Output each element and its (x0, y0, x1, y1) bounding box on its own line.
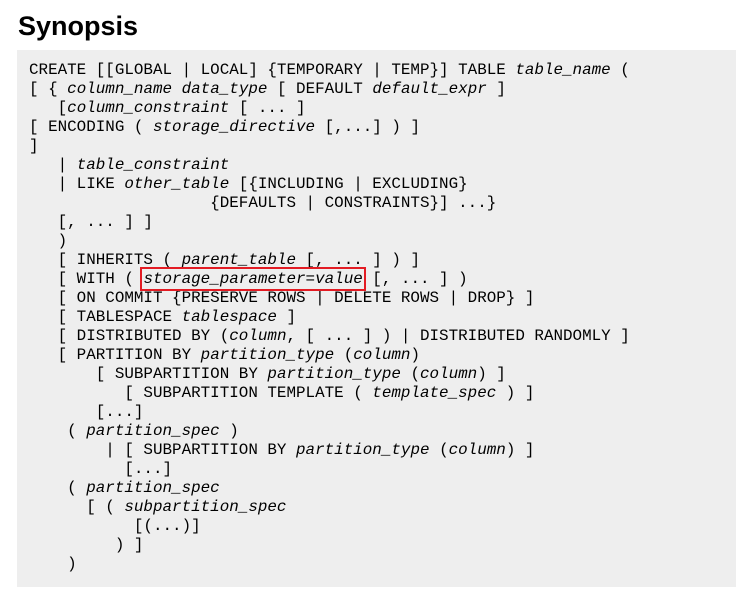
code-line: ) (29, 232, 630, 251)
syntax-keyword-text: [, ... ] ) ] (296, 251, 420, 269)
syntax-keyword-text: ( (29, 422, 87, 440)
syntax-keyword-text: | [ SUBPARTITION BY (29, 441, 297, 459)
synopsis-code-block: CREATE [[GLOBAL | LOCAL] {TEMPORARY | TE… (17, 50, 736, 587)
code-line: | table_constraint (29, 156, 630, 175)
syntax-placeholder: table_name (515, 61, 611, 79)
code-line: [ { column_name data_type [ DEFAULT defa… (29, 80, 630, 99)
syntax-keyword-text: [ DEFAULT (267, 80, 373, 98)
code-line: [...] (29, 460, 630, 479)
syntax-keyword-text: ) ] (477, 365, 506, 383)
syntax-keyword-text: ) (29, 232, 68, 250)
synopsis-heading: Synopsis (18, 11, 139, 41)
syntax-placeholder: column (229, 327, 287, 345)
syntax-keyword-text: ( (429, 441, 449, 459)
syntax-placeholder: storage_directive (152, 118, 316, 136)
syntax-keyword-text: ) ] (29, 536, 144, 554)
code-line: | LIKE other_table [{INCLUDING | EXCLUDI… (29, 175, 630, 194)
syntax-keyword-text: [ ( (29, 498, 125, 516)
code-line: [column_constraint [ ... ] (29, 99, 630, 118)
syntax-placeholder: table_constraint (76, 156, 230, 174)
syntax-placeholder: partition_type (200, 346, 335, 364)
syntax-keyword-text (172, 80, 182, 98)
sql-statement: CREATE [[GLOBAL | LOCAL] {TEMPORARY | TE… (29, 61, 630, 574)
syntax-keyword-text: [ (29, 99, 68, 117)
syntax-keyword-text: [, ... ] ] (29, 213, 153, 231)
syntax-keyword-text: [{INCLUDING | EXCLUDING} (229, 175, 468, 193)
syntax-keyword-text: [,...] ) ] (315, 118, 420, 136)
syntax-placeholder: column (420, 365, 478, 383)
syntax-keyword-text: [ ON COMMIT {PRESERVE ROWS | DELETE ROWS… (29, 289, 535, 307)
syntax-keyword-text: [ ENCODING ( (29, 118, 153, 136)
syntax-keyword-text: ) ] (505, 441, 535, 459)
syntax-keyword-text: [ { (29, 80, 68, 98)
code-line: [ ( subpartition_spec (29, 498, 630, 517)
code-line: [ ON COMMIT {PRESERVE ROWS | DELETE ROWS… (29, 289, 630, 308)
syntax-keyword-text: [ PARTITION BY (29, 346, 201, 364)
syntax-keyword-text: [ INHERITS ( (29, 251, 182, 269)
syntax-placeholder: template_spec (372, 384, 497, 402)
syntax-keyword-text: [ SUBPARTITION BY (29, 365, 268, 383)
code-line: ) (29, 555, 630, 574)
syntax-keyword-text: ] (486, 80, 506, 98)
syntax-keyword-text: {DEFAULTS | CONSTRAINTS}] ...} (29, 194, 497, 212)
code-line: [...] (29, 403, 630, 422)
code-line: [(...)] (29, 517, 630, 536)
syntax-keyword-text: , [ ... ] ) | DISTRIBUTED RANDOMLY ] (286, 327, 630, 345)
code-line: | [ SUBPARTITION BY partition_type (colu… (29, 441, 630, 460)
syntax-keyword-text: ] (29, 137, 39, 155)
code-line: [ WITH ( storage_parameter=value [, ... … (29, 267, 630, 291)
syntax-keyword-text: ( (610, 61, 630, 79)
syntax-keyword-text: ) (219, 422, 239, 440)
syntax-keyword-text: [, ... ] ) (362, 270, 468, 288)
syntax-keyword-text: ) (29, 555, 77, 573)
syntax-keyword-text: [ SUBPARTITION TEMPLATE ( (29, 384, 373, 402)
code-line: ( partition_spec ) (29, 422, 630, 441)
syntax-placeholder: data_type (181, 80, 268, 98)
syntax-keyword-text: ) ] (496, 384, 535, 402)
code-line: CREATE [[GLOBAL | LOCAL] {TEMPORARY | TE… (29, 61, 630, 80)
syntax-keyword-text: | (29, 156, 77, 174)
syntax-keyword-text: | LIKE (29, 175, 125, 193)
code-line: [, ... ] ] (29, 213, 630, 232)
code-line: [ DISTRIBUTED BY (column, [ ... ] ) | DI… (29, 327, 630, 346)
syntax-keyword-text: [ WITH ( (29, 270, 144, 288)
code-line: ( partition_spec (29, 479, 630, 498)
syntax-placeholder: subpartition_spec (124, 498, 287, 516)
syntax-keyword-text: ) (410, 346, 421, 364)
syntax-placeholder: column (448, 441, 506, 459)
syntax-keyword-text: [...] (29, 460, 173, 478)
syntax-placeholder: partition_type (267, 365, 401, 383)
code-line: [ INHERITS ( parent_table [, ... ] ) ] (29, 251, 630, 270)
syntax-keyword-text: [ ... ] (229, 99, 306, 117)
syntax-keyword-text: ( (334, 346, 354, 364)
syntax-placeholder: parent_table (181, 251, 297, 269)
syntax-keyword-text: [ TABLESPACE (29, 308, 182, 326)
syntax-keyword-text: ] (276, 308, 297, 326)
syntax-placeholder: partition_spec (86, 422, 220, 440)
syntax-placeholder: column (353, 346, 411, 364)
code-line: [ SUBPARTITION BY partition_type (column… (29, 365, 630, 384)
code-line: [ PARTITION BY partition_type (column) (29, 346, 630, 365)
syntax-placeholder: default_expr (372, 80, 487, 98)
syntax-keyword-text: [ DISTRIBUTED BY ( (29, 327, 230, 345)
syntax-keyword-text: ( (400, 365, 420, 383)
code-line: {DEFAULTS | CONSTRAINTS}] ...} (29, 194, 630, 213)
syntax-placeholder: tablespace (181, 308, 277, 326)
syntax-keyword-text: [...] (29, 403, 144, 421)
code-line: [ TABLESPACE tablespace ] (29, 308, 630, 327)
code-line: [ SUBPARTITION TEMPLATE ( template_spec … (29, 384, 630, 403)
syntax-keyword-text: ( (29, 479, 87, 497)
syntax-placeholder: column_constraint (67, 99, 230, 117)
syntax-placeholder: other_table (124, 175, 230, 193)
syntax-placeholder: partition_type (296, 441, 430, 459)
syntax-placeholder: partition_spec (86, 479, 220, 497)
syntax-placeholder: column_name (67, 80, 173, 98)
code-line: ) ] (29, 536, 630, 555)
syntax-keyword-text: CREATE [[GLOBAL | LOCAL] {TEMPORARY | TE… (29, 61, 516, 79)
code-line: ] (29, 137, 630, 156)
highlighted-placeholder: storage_parameter=value (140, 267, 366, 291)
syntax-keyword-text: [(...)] (29, 517, 201, 535)
code-line: [ ENCODING ( storage_directive [,...] ) … (29, 118, 630, 137)
